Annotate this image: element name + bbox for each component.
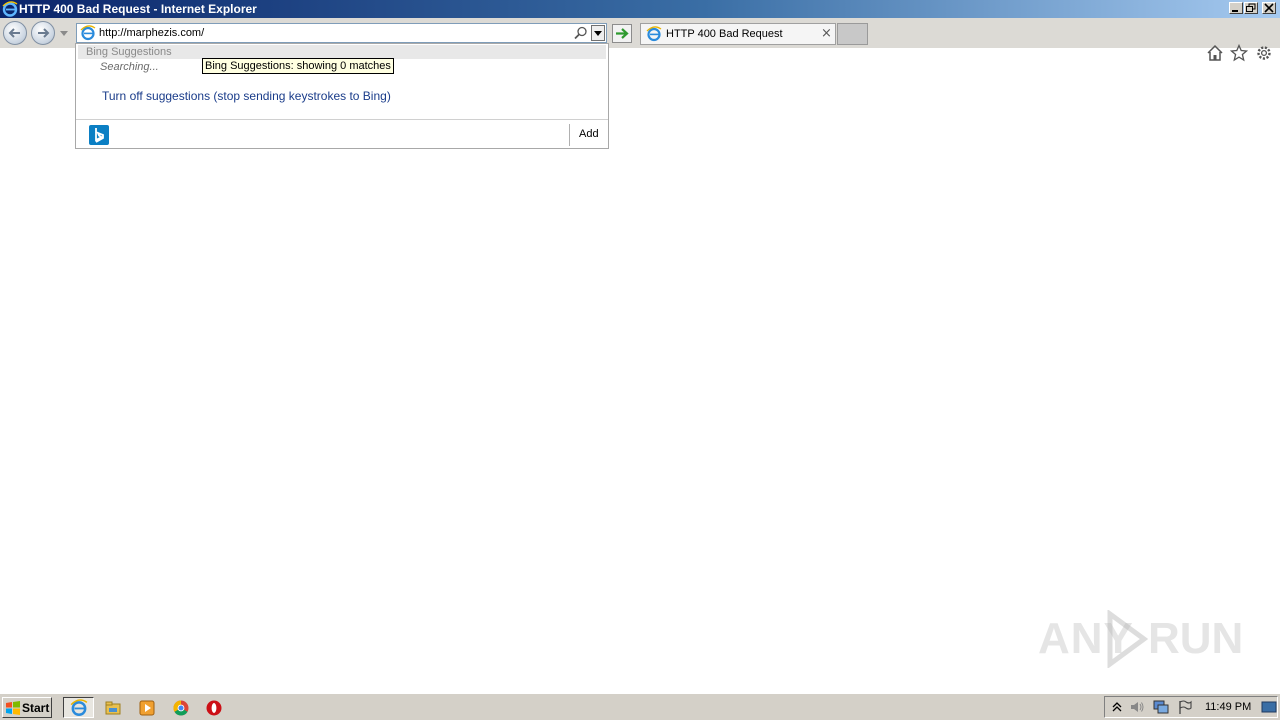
forward-button[interactable]	[31, 21, 55, 45]
favorites-star-icon[interactable]	[1230, 44, 1248, 62]
bing-icon[interactable]	[89, 125, 109, 145]
turn-off-suggestions-link[interactable]: Turn off suggestions (stop sending keyst…	[102, 89, 391, 103]
suggestions-header-label: Bing Suggestions	[86, 46, 172, 58]
forward-arrow-icon	[38, 28, 50, 38]
minimize-button[interactable]	[1229, 2, 1243, 14]
go-arrow-icon	[616, 28, 629, 39]
watermark-text-right: RUN	[1148, 614, 1244, 663]
recent-pages-dropdown-icon[interactable]	[60, 31, 68, 37]
search-icon[interactable]	[574, 26, 588, 40]
url-input[interactable]: http://marphezis.com/	[99, 27, 204, 39]
home-icon[interactable]	[1206, 44, 1224, 62]
back-arrow-icon	[8, 28, 20, 38]
play-icon	[1107, 610, 1148, 668]
chevron-down-icon	[594, 31, 602, 36]
action-center-flag-icon[interactable]	[1177, 699, 1193, 715]
address-dropdown-button[interactable]	[591, 25, 605, 41]
window-title: HTTP 400 Bad Request - Internet Explorer	[19, 2, 257, 16]
show-desktop-icon[interactable]	[1261, 699, 1277, 715]
footer-divider	[569, 124, 570, 146]
file-explorer-icon[interactable]	[104, 699, 122, 717]
searching-status: Searching...	[100, 61, 159, 73]
new-tab-button[interactable]	[837, 23, 868, 45]
media-player-icon[interactable]	[138, 699, 156, 717]
restore-button[interactable]	[1244, 2, 1258, 14]
start-label: Start	[22, 701, 50, 715]
taskbar-ie-icon	[70, 699, 88, 716]
go-button[interactable]	[612, 24, 632, 43]
opera-icon[interactable]	[205, 699, 223, 717]
clock[interactable]: 11:49 PM	[1205, 701, 1251, 713]
taskbar-ie-button[interactable]	[63, 697, 94, 718]
back-button[interactable]	[3, 21, 27, 45]
windows-logo-icon	[6, 701, 20, 715]
suggestions-footer: Add	[76, 119, 608, 149]
show-hidden-icons-icon[interactable]	[1109, 699, 1125, 715]
system-tray: 11:49 PM	[1104, 696, 1278, 718]
add-search-provider-button[interactable]: Add	[579, 128, 599, 140]
tab-ie-icon	[646, 26, 662, 42]
address-bar[interactable]: http://marphezis.com/	[76, 23, 607, 43]
chrome-icon[interactable]	[172, 699, 190, 717]
suggestions-dropdown: Bing Suggestions Searching... Bing Sugge…	[75, 43, 609, 149]
settings-gear-icon[interactable]	[1255, 44, 1273, 62]
suggestions-header: Bing Suggestions	[78, 45, 606, 59]
page-ie-icon	[80, 25, 96, 41]
network-icon[interactable]	[1153, 699, 1169, 715]
tab-label: HTTP 400 Bad Request	[666, 28, 783, 40]
tab-close-icon[interactable]: ×	[821, 26, 832, 42]
close-window-button[interactable]	[1262, 2, 1276, 14]
taskbar: Start 11:49 PM	[0, 693, 1280, 720]
internet-explorer-icon	[2, 1, 18, 17]
title-bar: HTTP 400 Bad Request - Internet Explorer	[0, 0, 1280, 18]
tab-http-400[interactable]: HTTP 400 Bad Request ×	[640, 23, 836, 45]
volume-icon[interactable]	[1129, 699, 1145, 715]
anyrun-watermark: ANY RUN	[1038, 608, 1243, 668]
start-button[interactable]: Start	[2, 697, 52, 718]
suggestions-tooltip: Bing Suggestions: showing 0 matches	[202, 58, 394, 74]
